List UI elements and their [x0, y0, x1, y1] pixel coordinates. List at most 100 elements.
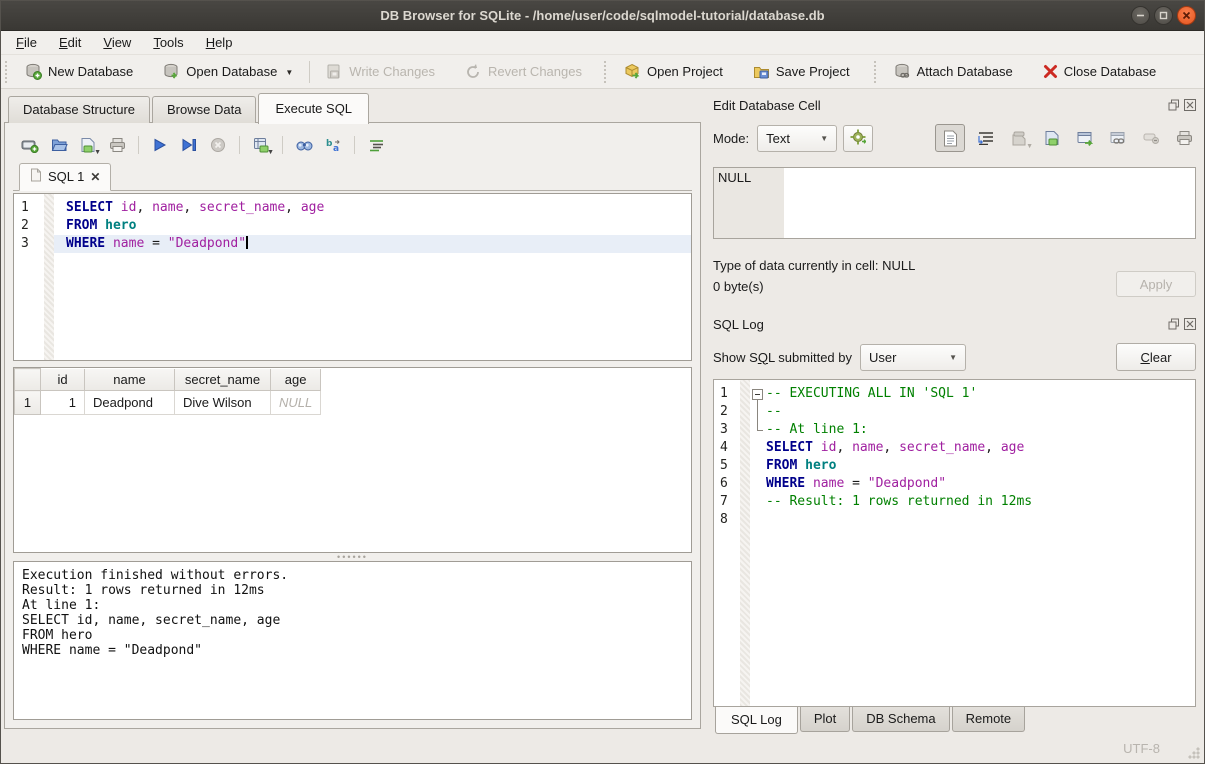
text-cursor: [246, 236, 248, 249]
close-button[interactable]: [1177, 6, 1196, 25]
message-line: Result: 1 rows returned in 12ms: [22, 583, 683, 598]
sql-editor[interactable]: 1 2 3 SELECT id, name, secret_name, age …: [13, 193, 692, 361]
edit-cell-title: Edit Database Cell: [713, 98, 821, 113]
export-results-dropdown-icon[interactable]: ▼: [267, 149, 274, 156]
column-header-age[interactable]: age: [271, 369, 321, 391]
save-sql-file-button[interactable]: ▼: [77, 134, 99, 156]
open-sql-tab-button[interactable]: [19, 134, 41, 156]
window-title: DB Browser for SQLite - /home/user/code/…: [380, 8, 824, 23]
open-database-dropdown-icon[interactable]: ▼: [285, 68, 293, 80]
dock-float-icon[interactable]: [1168, 99, 1180, 111]
app-window: DB Browser for SQLite - /home/user/code/…: [0, 0, 1205, 764]
editor-fold-margin: [44, 194, 54, 360]
open-project-button[interactable]: Open Project: [616, 59, 731, 84]
cell-size-info: 0 byte(s): [713, 276, 915, 297]
tab-browse-data[interactable]: Browse Data: [152, 96, 256, 123]
print-cell-button[interactable]: [1172, 126, 1196, 150]
toolbar-drag-handle[interactable]: [5, 61, 11, 83]
cell-name[interactable]: Deadpond: [85, 391, 175, 415]
revert-changes-button[interactable]: Revert Changes: [457, 59, 590, 84]
format-sql-button[interactable]: [365, 134, 387, 156]
execute-all-button[interactable]: [149, 134, 171, 156]
find-button[interactable]: [293, 134, 315, 156]
cell-type-info: Type of data currently in cell: NULL: [713, 255, 915, 276]
word-wrap-button[interactable]: [974, 126, 998, 150]
tab-db-schema[interactable]: DB Schema: [852, 707, 949, 732]
log-body: -- EXECUTING ALL IN 'SQL 1' -- -- At lin…: [750, 380, 1195, 706]
execution-message-box: Execution finished without errors. Resul…: [13, 561, 692, 720]
cell-age[interactable]: NULL: [271, 391, 321, 415]
dock-float-icon[interactable]: [1168, 318, 1180, 330]
execute-sql-panel: ▼ ▼: [4, 122, 701, 729]
open-database-button[interactable]: Open Database ▼: [155, 59, 301, 84]
set-null-button[interactable]: [1139, 126, 1163, 150]
menu-tools[interactable]: Tools: [142, 32, 194, 53]
tab-remote[interactable]: Remote: [952, 707, 1026, 732]
close-database-button[interactable]: Close Database: [1035, 60, 1165, 83]
window-controls: [1131, 6, 1196, 25]
mode-select[interactable]: Text▼: [757, 125, 837, 152]
encoding-indicator[interactable]: UTF-8: [1123, 741, 1160, 756]
apply-button[interactable]: Apply: [1116, 271, 1196, 297]
cell-info-row: Type of data currently in cell: NULL 0 b…: [713, 255, 1196, 297]
copy-link-button[interactable]: [1106, 126, 1130, 150]
import-data-button[interactable]: ▼: [1007, 126, 1031, 150]
message-line: FROM hero: [22, 628, 683, 643]
attach-database-button[interactable]: Attach Database: [886, 59, 1021, 84]
editor-code-area[interactable]: SELECT id, name, secret_name, age FROM h…: [54, 194, 691, 360]
print-button[interactable]: [106, 134, 128, 156]
mode-label: Mode:: [713, 131, 749, 146]
sql-file-icon: [30, 168, 42, 185]
tab-plot[interactable]: Plot: [800, 707, 850, 732]
maximize-button[interactable]: [1154, 6, 1173, 25]
tab-database-structure[interactable]: Database Structure: [8, 96, 150, 123]
menu-help[interactable]: Help: [195, 32, 244, 53]
log-line-numbers: 12 34 56 78: [714, 380, 740, 706]
dock-close-icon[interactable]: [1184, 99, 1196, 111]
cell-secret-name[interactable]: Dive Wilson: [175, 391, 271, 415]
export-data-button[interactable]: [1040, 126, 1064, 150]
sql-doc-tab[interactable]: SQL 1 ✕: [19, 163, 111, 191]
clear-log-button[interactable]: Clear: [1116, 343, 1196, 371]
save-project-button[interactable]: Save Project: [745, 59, 858, 84]
open-external-button[interactable]: [1073, 126, 1097, 150]
cell-id[interactable]: 1: [41, 391, 85, 415]
submitted-by-select[interactable]: User▼: [860, 344, 966, 371]
cell-value-editor[interactable]: NULL: [713, 167, 1196, 239]
column-header-id[interactable]: id: [41, 369, 85, 391]
dock-tab-bar: SQL Log Plot DB Schema Remote: [713, 707, 1196, 733]
tab-execute-sql[interactable]: Execute SQL: [258, 93, 369, 124]
menu-file[interactable]: File: [5, 32, 48, 53]
open-sql-file-button[interactable]: [48, 134, 70, 156]
stop-button[interactable]: [207, 134, 229, 156]
column-header-name[interactable]: name: [85, 369, 175, 391]
column-header-secret-name[interactable]: secret_name: [175, 369, 271, 391]
cell-settings-button[interactable]: [843, 125, 873, 152]
resize-grip[interactable]: [1188, 747, 1200, 759]
table-row: 1 1 Deadpond Dive Wilson NULL: [15, 391, 321, 415]
save-sql-dropdown-icon[interactable]: ▼: [94, 149, 101, 156]
edit-cell-dock-header: Edit Database Cell: [713, 95, 1196, 115]
execute-current-line-button[interactable]: [178, 134, 200, 156]
minimize-button[interactable]: [1131, 6, 1150, 25]
fold-collapse-icon[interactable]: [750, 385, 766, 403]
splitter-handle[interactable]: ••••••: [13, 553, 692, 561]
toolbar-drag-handle[interactable]: [874, 61, 880, 83]
row-header[interactable]: 1: [15, 391, 41, 415]
text-mode-button[interactable]: [935, 124, 965, 152]
new-database-button[interactable]: New Database: [17, 59, 141, 84]
sql-log-dock-header: SQL Log: [713, 314, 1196, 334]
mode-row: Mode: Text▼ ▼: [713, 124, 1196, 152]
toolbar-drag-handle[interactable]: [604, 61, 610, 83]
close-sql-tab-icon[interactable]: ✕: [90, 170, 100, 184]
left-pane: Database Structure Browse Data Execute S…: [1, 89, 703, 733]
database-open-icon: [163, 63, 180, 80]
replace-button[interactable]: ba: [322, 134, 344, 156]
menu-view[interactable]: View: [92, 32, 142, 53]
message-line: SELECT id, name, secret_name, age: [22, 613, 683, 628]
write-changes-button[interactable]: Write Changes: [318, 59, 443, 84]
tab-sql-log[interactable]: SQL Log: [715, 707, 798, 734]
export-results-button[interactable]: ▼: [250, 134, 272, 156]
dock-close-icon[interactable]: [1184, 318, 1196, 330]
menu-edit[interactable]: Edit: [48, 32, 92, 53]
